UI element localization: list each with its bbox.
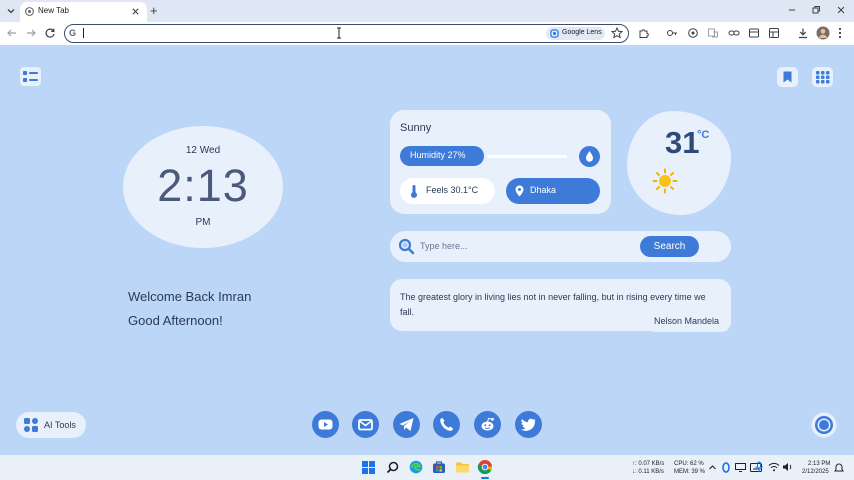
restore-icon[interactable] xyxy=(811,5,821,15)
file-explorer-icon[interactable] xyxy=(455,460,470,474)
menu-dots-icon[interactable] xyxy=(837,27,843,39)
whatsapp-icon xyxy=(440,418,453,431)
youtube-icon xyxy=(318,419,333,430)
ai-tools-label: AI Tools xyxy=(44,420,76,430)
address-input[interactable] xyxy=(87,27,507,39)
clock-ampm: PM xyxy=(195,217,211,228)
tab-new-tab[interactable]: New Tab xyxy=(20,2,147,22)
clock-time: 2:13 xyxy=(157,160,249,211)
whatsapp-link[interactable] xyxy=(433,411,460,438)
close-window-icon[interactable] xyxy=(836,5,846,15)
extensions-puzzle-icon[interactable] xyxy=(638,27,650,39)
humidity-pill: Humidity 27% xyxy=(400,146,484,166)
system-time: 2:13 PM xyxy=(808,461,831,467)
feels-like-text: Feels 30.1°C xyxy=(426,185,479,195)
link-icon[interactable] xyxy=(728,27,740,39)
greeting-message: Good Afternoon! xyxy=(128,313,223,328)
extension-icon-2[interactable] xyxy=(687,27,699,39)
clock-date: 12 Wed xyxy=(185,145,221,156)
extension-icon-1[interactable] xyxy=(666,27,678,39)
reload-icon[interactable] xyxy=(44,27,56,39)
quote-author-tag: Nelson Mandela xyxy=(646,311,731,332)
edge-icon[interactable] xyxy=(409,460,423,474)
forward-arrow-icon[interactable] xyxy=(25,27,37,39)
volume-icon[interactable] xyxy=(782,462,794,472)
new-tab-button[interactable]: + xyxy=(150,3,158,18)
reddit-icon xyxy=(481,417,494,431)
location-pill[interactable]: Dhaka xyxy=(506,178,600,204)
location-city: Dhaka xyxy=(530,185,557,195)
mail-icon xyxy=(358,419,373,431)
taskbar-search-icon[interactable] xyxy=(386,461,399,474)
sun-icon xyxy=(652,168,678,194)
google-lens-button[interactable]: Google Lens xyxy=(546,27,605,40)
quote-author: Nelson Mandela xyxy=(654,316,720,326)
clock-widget: 12 Wed 2:13 PM xyxy=(123,126,283,248)
apps-grid-icon[interactable] xyxy=(812,67,833,87)
windows-start-icon[interactable] xyxy=(362,461,375,474)
extension-icon-5[interactable] xyxy=(768,27,780,39)
thermometer-icon xyxy=(410,184,418,198)
mail-link[interactable] xyxy=(352,411,379,438)
minimize-icon[interactable] xyxy=(787,5,797,15)
chrome-favicon-icon xyxy=(25,7,34,16)
bookmark-star-icon[interactable] xyxy=(611,27,623,39)
memory-usage: MEM: 39 % xyxy=(674,469,706,475)
extension-icon-4[interactable] xyxy=(748,27,760,39)
net-upload-speed: ↑: 0.07 KB/s xyxy=(632,461,665,467)
windows-taskbar: ↑: 0.07 KB/s ↓: 0.11 KB/s CPU: 62 % MEM:… xyxy=(0,455,854,480)
profile-avatar[interactable] xyxy=(816,26,830,40)
google-lens-label: Google Lens xyxy=(562,29,602,36)
twitter-icon xyxy=(521,418,536,431)
welcome-message: Welcome Back Imran xyxy=(128,289,252,304)
cpu-usage: CPU: 62 % xyxy=(674,461,704,467)
telegram-link[interactable] xyxy=(393,411,420,438)
weather-card: Sunny Humidity 27% Feels 30.1°C Dhaka xyxy=(390,110,611,214)
extension-icon-3[interactable] xyxy=(707,27,719,39)
system-date: 2/12/2025 xyxy=(802,469,829,475)
tray-app-icon[interactable] xyxy=(721,462,731,473)
twitter-link[interactable] xyxy=(515,411,542,438)
reddit-link[interactable] xyxy=(474,411,501,438)
download-icon[interactable] xyxy=(797,27,809,39)
lens-icon xyxy=(550,29,559,38)
telegram-icon xyxy=(399,418,414,431)
address-bar[interactable]: G xyxy=(64,24,629,43)
assistant-orb-button[interactable] xyxy=(811,412,837,438)
search-button[interactable]: Search xyxy=(640,236,699,257)
wifi-icon[interactable] xyxy=(768,462,780,472)
mouse-ibeam-cursor xyxy=(336,27,342,39)
feels-like-pill: Feels 30.1°C xyxy=(400,178,495,204)
tray-chevron-up-icon[interactable] xyxy=(708,463,717,472)
ai-tools-icon xyxy=(24,418,38,432)
back-arrow-icon[interactable] xyxy=(6,27,18,39)
tab-title: New Tab xyxy=(38,6,69,15)
microsoft-store-icon[interactable] xyxy=(432,460,446,474)
text-cursor xyxy=(83,28,84,38)
search-bar: Search xyxy=(390,231,731,262)
notification-icon[interactable] xyxy=(834,462,844,473)
todo-list-icon[interactable] xyxy=(20,67,41,86)
humidity-bar-track xyxy=(487,155,567,158)
humidity-label: Humidity 27% xyxy=(410,150,466,160)
active-app-indicator xyxy=(481,477,489,479)
bookmarks-icon[interactable] xyxy=(777,67,798,87)
temperature-value: 31 xyxy=(665,125,700,160)
ai-tools-button[interactable]: AI Tools xyxy=(16,412,86,438)
microphone-tray-icon[interactable] xyxy=(755,461,763,473)
google-g-icon: G xyxy=(69,28,77,38)
location-pin-icon xyxy=(515,185,524,197)
search-input[interactable] xyxy=(420,239,640,253)
temperature-unit: °C xyxy=(697,129,710,141)
search-icon xyxy=(398,238,415,255)
tab-strip: New Tab + xyxy=(0,0,854,22)
youtube-link[interactable] xyxy=(312,411,339,438)
chrome-icon[interactable] xyxy=(477,459,493,475)
weather-condition: Sunny xyxy=(400,122,432,134)
close-tab-icon[interactable] xyxy=(131,7,140,16)
tray-monitor-icon[interactable] xyxy=(735,463,746,472)
tab-search-chevron-icon[interactable] xyxy=(5,5,17,17)
net-download-speed: ↓: 0.11 KB/s xyxy=(632,469,664,475)
humidity-drop-icon xyxy=(579,146,600,167)
